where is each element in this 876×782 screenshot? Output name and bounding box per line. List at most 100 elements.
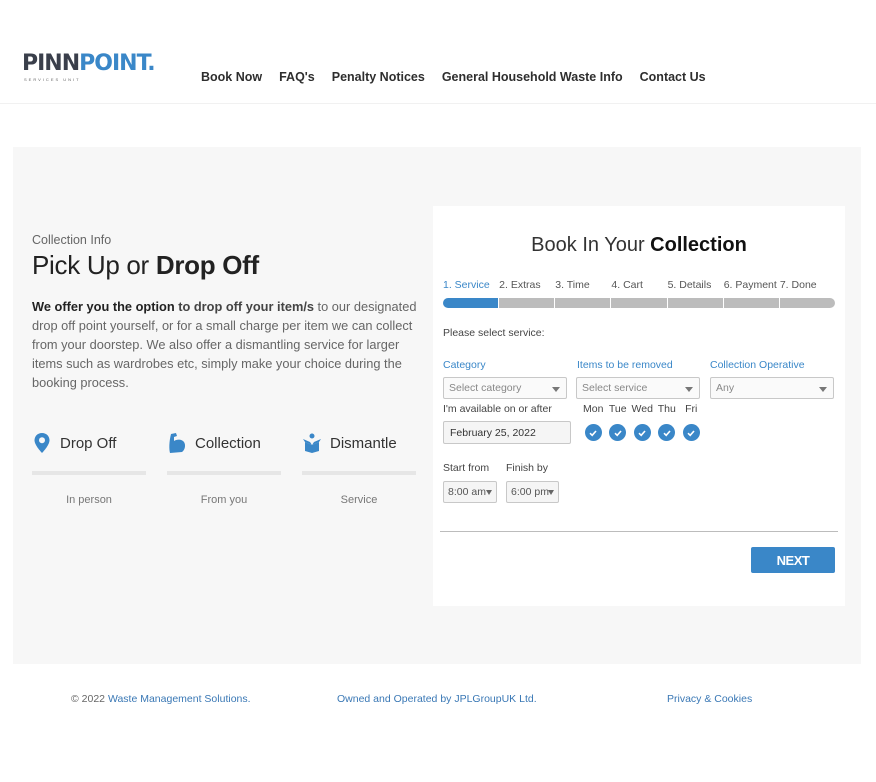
booking-title-a: Book In Your xyxy=(531,234,651,256)
collection-info: Collection Info Pick Up or Drop Off We o… xyxy=(32,233,417,392)
step-label: 7. Done xyxy=(779,279,817,291)
feature-head: Dismantle xyxy=(302,430,416,456)
checkmark-icon[interactable] xyxy=(658,424,676,441)
finish-by-label: Finish by xyxy=(506,462,549,474)
company-link[interactable]: Waste Management Solutions. xyxy=(108,693,251,705)
features-row: Drop Off In person Collection From you D… xyxy=(32,430,416,506)
day-label: Wed xyxy=(631,403,653,415)
feature-dismantle: Dismantle Service xyxy=(302,430,416,506)
feature-bar xyxy=(302,471,416,475)
location-pin-icon xyxy=(34,433,50,453)
feature-head: Drop Off xyxy=(32,430,146,456)
section-eyebrow: Collection Info xyxy=(32,233,112,247)
category-select[interactable]: Select category xyxy=(443,377,567,399)
divider xyxy=(440,531,838,532)
copyright-prefix: © 2022 xyxy=(71,693,108,705)
feature-subtitle: Service xyxy=(340,494,378,506)
step-label: 4. Cart xyxy=(611,279,643,291)
title-part-b: Drop Off xyxy=(155,250,259,280)
feature-title: Collection xyxy=(195,434,261,452)
checkmark-icon[interactable] xyxy=(609,424,627,441)
step-bar xyxy=(611,298,667,308)
step-payment: 6. Payment xyxy=(723,279,779,308)
chevron-down-icon xyxy=(819,387,827,392)
start-time-value: 8:00 am xyxy=(448,486,486,498)
nav-contact-us[interactable]: Contact Us xyxy=(640,70,706,84)
please-select-text: Please select service: xyxy=(443,327,545,339)
day-fri[interactable]: Fri xyxy=(679,403,704,441)
category-placeholder: Select category xyxy=(449,382,522,394)
feature-subtitle: In person xyxy=(66,494,112,506)
day-tue[interactable]: Tue xyxy=(606,403,631,441)
finish-time-value: 6:00 pm xyxy=(511,486,549,498)
category-label: Category xyxy=(443,359,486,371)
step-label: 2. Extras xyxy=(499,279,541,291)
muscle-arm-icon xyxy=(169,433,186,453)
step-extras: 2. Extras xyxy=(499,279,555,308)
booking-steps: 1. Service 2. Extras 3. Time 4. Cart 5. … xyxy=(443,279,835,308)
step-bar xyxy=(779,298,835,308)
feature-bar xyxy=(167,471,281,475)
items-label: Items to be removed xyxy=(577,359,673,371)
chevron-down-icon xyxy=(486,490,492,495)
checkmark-icon[interactable] xyxy=(584,424,602,441)
day-thu[interactable]: Thu xyxy=(655,403,680,441)
step-bar xyxy=(443,298,499,308)
feature-subtitle: From you xyxy=(200,494,248,506)
intro-bold: We offer you the option xyxy=(32,299,175,314)
items-select[interactable]: Select service xyxy=(576,377,700,399)
step-done: 7. Done xyxy=(779,279,835,308)
nav-book-now[interactable]: Book Now xyxy=(201,70,262,84)
checkmark-icon[interactable] xyxy=(633,424,651,441)
day-label: Mon xyxy=(583,403,604,415)
feature-head: Collection xyxy=(167,430,281,456)
chevron-down-icon xyxy=(552,387,560,392)
step-label: 5. Details xyxy=(667,279,712,291)
nav-faqs[interactable]: FAQ's xyxy=(279,70,315,84)
booking-title: Book In Your Collection xyxy=(433,234,845,257)
day-mon[interactable]: Mon xyxy=(581,403,606,441)
chevron-down-icon xyxy=(548,490,554,495)
intro-text: We offer you the option to drop off your… xyxy=(32,297,417,392)
day-label: Thu xyxy=(657,403,676,415)
intro-mid: to drop off your item/s xyxy=(174,299,314,314)
logo-subtitle: SERVICES UNIT xyxy=(24,77,81,82)
feature-drop-off: Drop Off In person xyxy=(32,430,146,506)
operative-value: Any xyxy=(716,382,735,394)
date-input[interactable]: February 25, 2022 xyxy=(443,421,571,444)
step-bar xyxy=(667,298,723,308)
day-wed[interactable]: Wed xyxy=(630,403,655,441)
privacy-link[interactable]: Privacy & Cookies xyxy=(667,693,752,705)
operated-by-link[interactable]: Owned and Operated by JPLGroupUK Ltd. xyxy=(337,693,537,705)
finish-time-select[interactable]: 6:00 pm xyxy=(506,481,559,503)
items-placeholder: Select service xyxy=(582,382,648,394)
main-nav: Book Now FAQ's Penalty Notices General H… xyxy=(201,70,723,84)
nav-penalty-notices[interactable]: Penalty Notices xyxy=(332,70,425,84)
weekday-selector: Mon Tue Wed Thu Fri xyxy=(581,403,704,441)
logo-part-1: PINN xyxy=(22,51,80,76)
chevron-down-icon xyxy=(685,387,693,392)
logo-part-2: POINT. xyxy=(79,51,155,76)
booking-widget: Book In Your Collection 1. Service 2. Ex… xyxy=(433,206,845,606)
booking-title-b: Collection xyxy=(650,234,747,256)
feature-title: Dismantle xyxy=(330,434,397,452)
start-from-label: Start from xyxy=(443,462,490,474)
step-label: 1. Service xyxy=(443,279,490,291)
logo[interactable]: PINNPOINT. SERVICES UNIT xyxy=(22,51,156,83)
step-label: 6. Payment xyxy=(723,279,777,291)
step-service: 1. Service xyxy=(443,279,499,308)
start-time-select[interactable]: 8:00 am xyxy=(443,481,497,503)
step-bar xyxy=(723,298,779,308)
checkmark-icon[interactable] xyxy=(682,424,700,441)
operative-label: Collection Operative xyxy=(710,359,805,371)
footer-copyright: © 2022 Waste Management Solutions. xyxy=(71,693,251,705)
step-bar xyxy=(555,298,611,308)
feature-bar xyxy=(32,471,146,475)
logo-text: PINNPOINT. xyxy=(22,51,156,76)
operative-select[interactable]: Any xyxy=(710,377,834,399)
nav-household-waste-info[interactable]: General Household Waste Info xyxy=(442,70,623,84)
step-bar xyxy=(499,298,555,308)
available-label: I'm available on or after xyxy=(443,403,552,415)
next-button[interactable]: NEXT xyxy=(751,547,835,573)
title-part-a: Pick Up or xyxy=(32,250,156,280)
